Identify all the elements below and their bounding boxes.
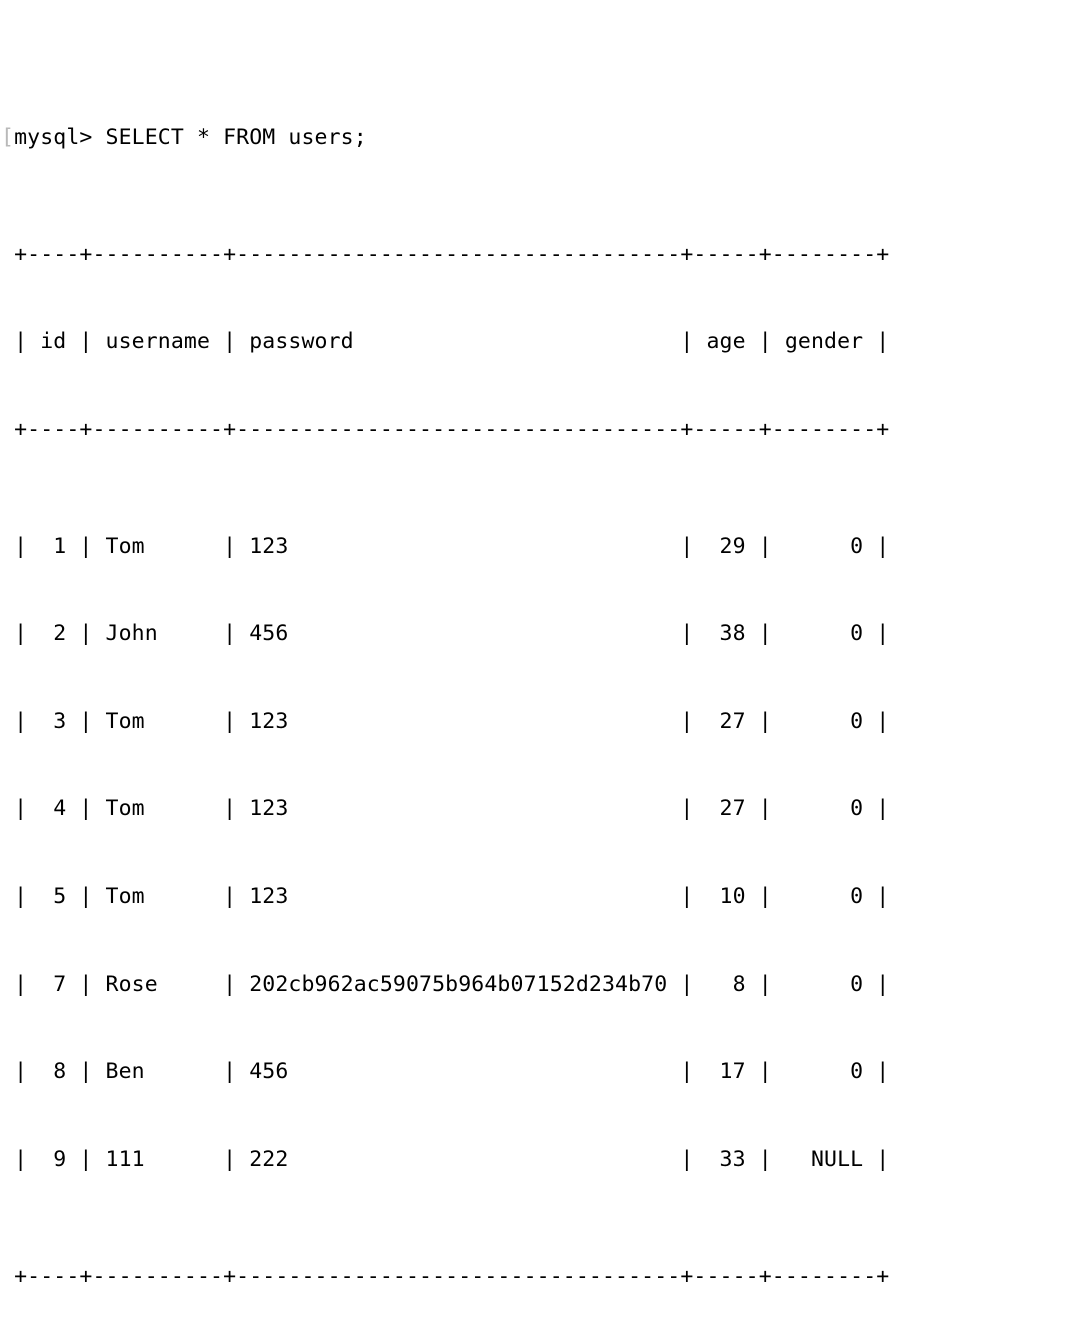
result-table-top-border: +----+----------+-----------------------… — [1, 241, 890, 267]
command-text-select-all: [mysql> SELECT * FROM users; — [1, 124, 367, 150]
result-table-bottom-border: +----+----------+-----------------------… — [1, 1263, 890, 1289]
table-row: | 5 | Tom | 123 | 10 | 0 | — [1, 883, 890, 909]
result-table-header-row: | id | username | password | age | gende… — [1, 329, 890, 355]
table-row: | 7 | Rose | 202cb962ac59075b964b07152d2… — [1, 971, 890, 997]
table-row: | 9 | 111 | 222 | 33 | NULL | — [1, 1146, 890, 1172]
command-line-select-all: [mysql> SELECT * FROM users; — [0, 123, 1070, 152]
prompt-cursor-artifact: [ — [1, 124, 15, 150]
table-row: | 1 | Tom | 123 | 29 | 0 | — [1, 533, 890, 559]
table-row: | 3 | Tom | 123 | 27 | 0 | — [1, 708, 890, 734]
table-row: | 4 | Tom | 123 | 27 | 0 | — [1, 796, 890, 822]
table-row: | 8 | Ben | 456 | 17 | 0 | — [1, 1059, 890, 1085]
result-table-header-border: +----+----------+-----------------------… — [1, 416, 890, 442]
table-row: | 2 | John | 456 | 38 | 0 | — [1, 621, 890, 647]
mysql-terminal[interactable]: [mysql> SELECT * FROM users; +----+-----… — [0, 0, 1070, 1289]
